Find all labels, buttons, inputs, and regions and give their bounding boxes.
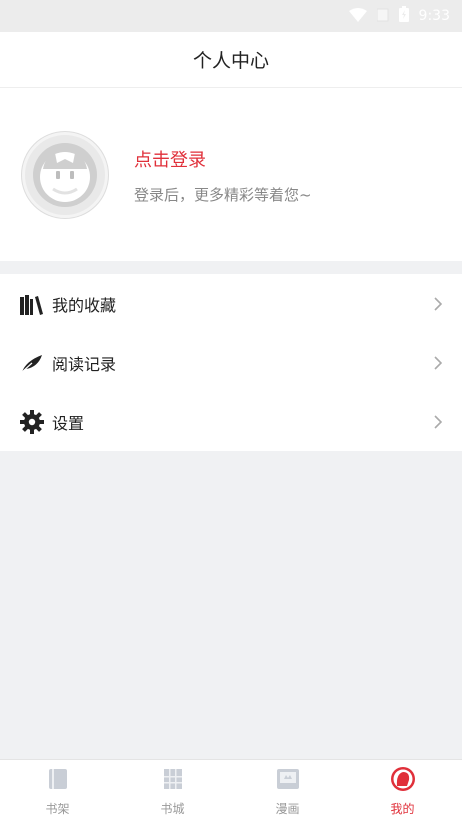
status-bar: 9:33 — [0, 0, 462, 32]
gear-icon — [20, 409, 44, 434]
page-title: 个人中心 — [192, 50, 269, 72]
battery-icon — [398, 6, 409, 26]
tab-comics[interactable]: 漫画 — [230, 760, 345, 821]
tab-label-my-profile: 我的 — [390, 802, 415, 816]
tab-my-profile[interactable]: 我的 — [345, 760, 460, 821]
login-card[interactable]: 点击登录 登录后，更多精彩等着您~ — [0, 88, 462, 261]
page-header: 个人中心 — [0, 32, 462, 88]
menu-list: 我的收藏 阅读记录 设置 — [0, 274, 462, 451]
tab-label-bookshelf: 书架 — [45, 802, 70, 816]
chevron-right-icon — [432, 355, 444, 371]
comic-tab-icon — [275, 766, 301, 792]
avatar[interactable] — [22, 132, 108, 218]
tab-bookshelf[interactable]: 书架 — [0, 760, 115, 821]
chevron-right-icon — [432, 296, 444, 312]
menu-item-favorites[interactable]: 我的收藏 — [0, 274, 462, 333]
bookstore-tab-icon — [160, 766, 186, 792]
signal-icon — [376, 7, 389, 26]
menu-item-settings[interactable]: 设置 — [0, 392, 462, 451]
tab-label-bookstore: 书城 — [160, 802, 185, 816]
feather-icon — [20, 351, 44, 375]
default-avatar-icon — [33, 143, 97, 207]
wifi-icon — [348, 7, 367, 26]
status-time: 9:33 — [418, 8, 450, 24]
tab-bookstore[interactable]: 书城 — [115, 760, 230, 821]
profile-tab-icon — [390, 766, 416, 792]
menu-label-favorites: 我的收藏 — [52, 295, 117, 315]
bookshelf-tab-icon — [45, 766, 71, 792]
bookshelf-icon — [20, 292, 44, 316]
tab-label-comics: 漫画 — [275, 802, 300, 816]
menu-label-reading-history: 阅读记录 — [52, 354, 117, 374]
login-subtitle: 登录后，更多精彩等着您~ — [134, 186, 312, 204]
bottom-tab-bar: 书架 书城 漫画 我的 — [0, 759, 462, 821]
login-link[interactable]: 点击登录 — [134, 146, 206, 172]
chevron-right-icon — [432, 414, 444, 430]
status-indicators: 9:33 — [348, 5, 450, 27]
menu-label-settings: 设置 — [52, 413, 85, 433]
menu-item-reading-history[interactable]: 阅读记录 — [0, 333, 462, 392]
